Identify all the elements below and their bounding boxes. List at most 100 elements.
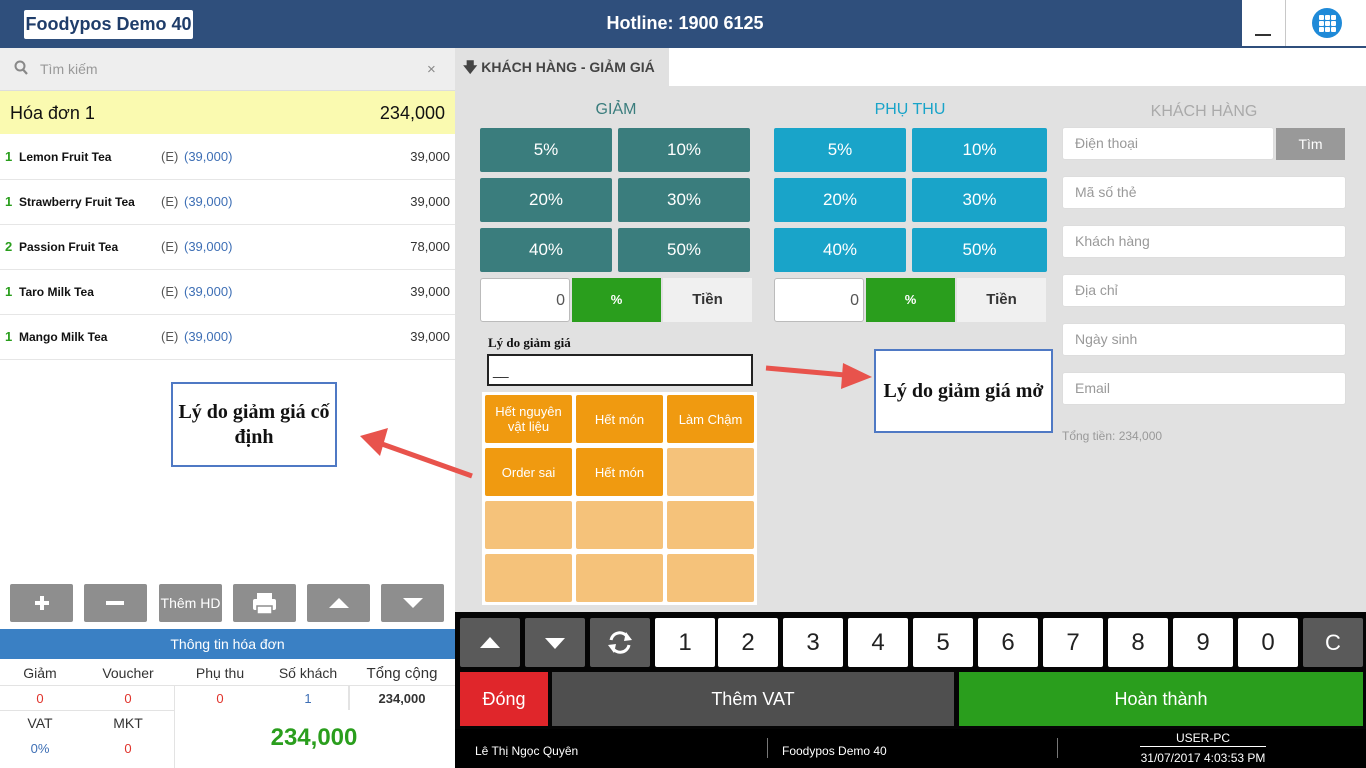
keypad-digit-button[interactable]: 1: [655, 618, 715, 667]
surcharge-amount-input[interactable]: 0: [774, 278, 864, 322]
invoice-info-title: Thông tin hóa đơn: [0, 629, 455, 659]
reason-empty-slot[interactable]: [485, 554, 572, 602]
keypad-down-button[interactable]: [525, 618, 585, 667]
arrow-up-icon: [329, 598, 349, 608]
surcharge-10-button[interactable]: 10%: [912, 128, 1047, 172]
keypad-digit-button[interactable]: 0: [1238, 618, 1298, 667]
discount-10-button[interactable]: 10%: [618, 128, 750, 172]
arrow-down-icon: [403, 598, 423, 608]
discount-50-button[interactable]: 50%: [618, 228, 750, 272]
item-unit-price: (39,000): [184, 194, 233, 209]
add-invoice-button[interactable]: Thêm HD: [159, 584, 222, 622]
item-qty: 1: [5, 149, 13, 164]
surcharge-money-toggle[interactable]: Tiền: [957, 278, 1046, 322]
discount-20-button[interactable]: 20%: [480, 178, 612, 222]
keypad-digit-button[interactable]: 6: [978, 618, 1038, 667]
invoice-title: Hóa đơn 1: [10, 103, 95, 123]
surcharge-5-button[interactable]: 5%: [774, 128, 906, 172]
discount-5-button[interactable]: 5%: [480, 128, 612, 172]
item-qty: 2: [5, 239, 13, 254]
info-header-voucher: Voucher: [102, 665, 154, 681]
card-number-field[interactable]: Mã số thẻ: [1062, 176, 1346, 209]
surcharge-30-button[interactable]: 30%: [912, 178, 1047, 222]
footer-pc: USER-PC: [1175, 731, 1230, 745]
divider: [1057, 738, 1058, 758]
info-header-discount: Giảm: [23, 665, 57, 681]
tab-customer-discount[interactable]: 🡇 KHÁCH HÀNG - GIẢM GIÁ: [455, 48, 669, 86]
arrow-down-icon: 🡇: [463, 59, 478, 75]
discount-40-button[interactable]: 40%: [480, 228, 612, 272]
divider: [1140, 746, 1266, 747]
refresh-icon: [608, 631, 632, 654]
keypad-up-button[interactable]: [460, 618, 520, 667]
keypad-digit-button[interactable]: 8: [1108, 618, 1168, 667]
divider: [767, 738, 768, 758]
discount-30-button[interactable]: 30%: [618, 178, 750, 222]
item-total: 39,000: [410, 329, 450, 344]
item-name: Passion Fruit Tea: [19, 240, 119, 254]
reason-empty-slot[interactable]: [485, 501, 572, 549]
print-button[interactable]: [233, 584, 296, 622]
reason-empty-slot[interactable]: [576, 501, 663, 549]
clear-search-icon[interactable]: ×: [427, 61, 436, 78]
order-item-row[interactable]: 1 Strawberry Fruit Tea (E) (39,000) 39,0…: [0, 180, 455, 225]
item-unit-price: (39,000): [184, 239, 233, 254]
keypad-digit-button[interactable]: 9: [1173, 618, 1233, 667]
keypad-refresh-button[interactable]: [590, 618, 650, 667]
discount-amount-input[interactable]: 0: [480, 278, 570, 322]
search-input[interactable]: Tìm kiếm: [40, 61, 98, 77]
scroll-down-button[interactable]: [381, 584, 444, 622]
order-item-row[interactable]: 2 Passion Fruit Tea (E) (39,000) 78,000: [0, 225, 455, 270]
email-field[interactable]: Email: [1062, 372, 1346, 405]
item-tag: (E): [161, 284, 179, 299]
keypad-clear-button[interactable]: C: [1303, 618, 1363, 667]
keypad-digit-button[interactable]: 3: [783, 618, 843, 667]
info-vat-value: 0%: [30, 741, 50, 756]
app-brand: Foodypos Demo 40: [24, 10, 193, 39]
plus-icon: [35, 596, 49, 610]
annotation-open-reason: Lý do giảm giá mở: [874, 349, 1053, 433]
order-item-row[interactable]: 1 Lemon Fruit Tea (E) (39,000) 39,000: [0, 135, 455, 180]
reason-empty-slot[interactable]: [667, 501, 754, 549]
close-button[interactable]: Đóng: [460, 672, 548, 726]
remove-qty-button[interactable]: [84, 584, 147, 622]
invoice-total: 234,000: [379, 103, 445, 123]
keypad-digit-button[interactable]: 5: [913, 618, 973, 667]
divider: [348, 686, 350, 710]
address-field[interactable]: Địa chỉ: [1062, 274, 1346, 307]
add-vat-button[interactable]: Thêm VAT: [552, 672, 954, 726]
item-tag: (E): [161, 329, 179, 344]
keypad-digit-button[interactable]: 7: [1043, 618, 1103, 667]
minimize-button[interactable]: [1242, 0, 1286, 46]
discount-percent-toggle[interactable]: %: [572, 278, 661, 322]
info-vat-label: VAT: [27, 715, 53, 731]
surcharge-20-button[interactable]: 20%: [774, 178, 906, 222]
item-total: 39,000: [410, 194, 450, 209]
apps-menu-button[interactable]: [1312, 8, 1342, 38]
footer-datetime: 31/07/2017 4:03:53 PM: [1140, 751, 1266, 765]
keypad-digit-button[interactable]: 4: [848, 618, 908, 667]
footer-user: Lê Thị Ngọc Quyên: [475, 744, 579, 758]
item-tag: (E): [161, 239, 179, 254]
complete-button[interactable]: Hoàn thành: [959, 672, 1363, 726]
scroll-up-button[interactable]: [307, 584, 370, 622]
discount-money-toggle[interactable]: Tiền: [663, 278, 752, 322]
phone-field[interactable]: Điện thoại: [1062, 127, 1274, 160]
info-guests-value: 1: [304, 691, 312, 706]
order-item-row[interactable]: 1 Taro Milk Tea (E) (39,000) 39,000: [0, 270, 455, 315]
customer-name-field[interactable]: Khách hàng: [1062, 225, 1346, 258]
keypad-digit-button[interactable]: 2: [718, 618, 778, 667]
reason-empty-slot[interactable]: [667, 554, 754, 602]
reason-empty-slot[interactable]: [576, 554, 663, 602]
surcharge-50-button[interactable]: 50%: [912, 228, 1047, 272]
printer-icon: [253, 593, 276, 615]
surcharge-percent-toggle[interactable]: %: [866, 278, 955, 322]
birthday-field[interactable]: Ngày sinh: [1062, 323, 1346, 356]
customer-search-button[interactable]: Tìm: [1276, 128, 1345, 160]
minimize-icon: [1255, 34, 1271, 36]
item-name: Lemon Fruit Tea: [19, 150, 112, 164]
footer-store: Foodypos Demo 40: [782, 744, 887, 758]
item-tag: (E): [161, 194, 179, 209]
add-qty-button[interactable]: [10, 584, 73, 622]
surcharge-40-button[interactable]: 40%: [774, 228, 906, 272]
